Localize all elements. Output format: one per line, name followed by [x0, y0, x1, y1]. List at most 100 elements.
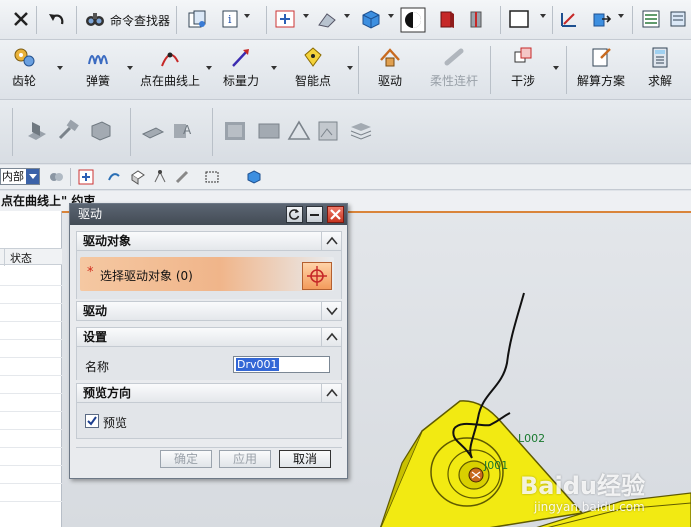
separator [76, 6, 77, 34]
wcs-icon[interactable] [558, 8, 580, 30]
solve-button[interactable]: 求解 [640, 42, 680, 98]
undo-icon[interactable] [46, 8, 68, 30]
annotation-icon[interactable]: A [170, 118, 196, 144]
command-finder-button[interactable]: 命令查找器 [110, 12, 170, 29]
point-on-curve-dropdown[interactable] [201, 42, 213, 98]
select-driver-object-row[interactable]: * 选择驱动对象 (0) [80, 257, 334, 291]
smart-point-button[interactable]: 智能点 [288, 42, 338, 98]
section-driver[interactable]: 驱动 [76, 301, 342, 321]
ok-button[interactable]: 确定 [160, 450, 212, 468]
table-icon[interactable] [222, 118, 248, 144]
stack-icon[interactable] [348, 118, 374, 144]
hammer-icon[interactable] [56, 118, 82, 144]
selection-bar: 内部 [0, 165, 691, 190]
list-row [0, 465, 62, 466]
vector-force-button[interactable]: 标量力 [218, 42, 264, 98]
dialog-title: 驱动 [78, 207, 103, 221]
text-feature-icon[interactable] [140, 118, 166, 144]
flexible-link-button[interactable]: 柔性连杆 [424, 42, 484, 98]
separator [212, 108, 213, 156]
chevron-down-icon[interactable] [344, 14, 350, 18]
info-icon[interactable]: i [220, 8, 242, 30]
svg-text:i: i [228, 13, 232, 26]
status-column-header[interactable]: 状态 [10, 250, 32, 266]
chevron-up-icon [321, 328, 341, 346]
chevron-down-icon[interactable] [388, 14, 394, 18]
preview-checkbox[interactable] [85, 414, 99, 428]
close-icon[interactable] [10, 8, 32, 30]
chevron-down-icon[interactable] [618, 14, 624, 18]
selection-scope-icon[interactable] [48, 169, 64, 185]
cancel-button[interactable]: 取消 [279, 450, 331, 468]
vector-force-dropdown[interactable] [266, 42, 278, 98]
shell-icon[interactable] [88, 118, 114, 144]
layer-icon[interactable] [186, 8, 208, 30]
spring-dropdown[interactable] [122, 42, 134, 98]
gear-icon [14, 48, 35, 67]
separator [490, 46, 491, 94]
flexible-link-label: 柔性连杆 [429, 74, 478, 88]
spring-button[interactable]: 弹簧 [76, 42, 120, 98]
layer-settings-icon[interactable] [640, 8, 662, 30]
close-button[interactable] [327, 206, 344, 223]
shaded-cube-icon[interactable] [360, 8, 382, 30]
solution-icon [592, 48, 611, 67]
list-row [0, 393, 62, 394]
separator [266, 6, 267, 34]
crosshair-icon [307, 266, 327, 286]
separator [176, 6, 177, 34]
list-row [0, 411, 62, 412]
gear-button[interactable]: 齿轮 [2, 42, 46, 98]
separator [566, 46, 567, 94]
triangle-icon[interactable] [286, 118, 312, 144]
name-input[interactable]: Drv001 [233, 356, 330, 373]
solution-button[interactable]: 解算方案 [572, 42, 630, 98]
arrow-icon[interactable] [106, 169, 122, 185]
move-object-icon[interactable] [590, 8, 612, 30]
plate-icon[interactable] [256, 118, 282, 144]
layers-icon[interactable] [668, 8, 690, 30]
vertex-icon[interactable] [152, 169, 168, 185]
chevron-down-icon[interactable] [540, 14, 546, 18]
background-icon[interactable] [508, 8, 530, 30]
list-row [0, 285, 62, 286]
section-driver-object[interactable]: 驱动对象 [76, 231, 342, 251]
render-style-icon[interactable] [400, 7, 426, 33]
snap-point-icon[interactable] [78, 169, 94, 185]
reset-button[interactable] [286, 206, 303, 223]
chevron-down-icon[interactable] [303, 14, 309, 18]
chevron-up-icon [321, 232, 341, 250]
separator [552, 6, 553, 34]
section-settings[interactable]: 设置 [76, 327, 342, 347]
point-on-curve-button[interactable]: 点在曲线上 [140, 42, 200, 98]
list-row [0, 357, 62, 358]
section-red-icon[interactable] [436, 8, 458, 30]
section-grey-icon[interactable] [466, 8, 488, 30]
collapse-button[interactable] [306, 206, 323, 223]
fit-view-icon[interactable] [274, 8, 296, 30]
image-icon[interactable] [316, 118, 342, 144]
box-select-icon[interactable] [130, 169, 146, 185]
section-preview-direction[interactable]: 预览方向 [76, 383, 342, 403]
cube-icon[interactable] [246, 169, 262, 185]
apply-button[interactable]: 应用 [219, 450, 271, 468]
chevron-down-icon[interactable] [244, 14, 250, 18]
nx-window: { "toolbar_top": { "command_finder_label… [0, 0, 691, 527]
orient-view-icon[interactable] [316, 8, 338, 30]
gear-dropdown[interactable] [52, 42, 64, 98]
rectangle-select-icon[interactable] [204, 169, 220, 185]
separator [632, 6, 633, 34]
separator [36, 6, 37, 34]
baidu-watermark: Baidu经验 jingyan.baidu.com [520, 466, 680, 522]
driver-button[interactable]: 驱动 [366, 42, 414, 98]
smart-point-dropdown[interactable] [342, 42, 354, 98]
interference-dropdown[interactable] [548, 42, 560, 98]
select-object-button[interactable] [302, 262, 332, 290]
binoculars-icon[interactable] [84, 8, 106, 30]
chevron-down-icon [321, 302, 341, 320]
edge-icon[interactable] [174, 169, 190, 185]
interference-button[interactable]: 干涉 [500, 42, 546, 98]
section-settings-title: 设置 [83, 330, 108, 344]
type-filter-select[interactable]: 内部 [0, 168, 40, 185]
extrude-icon[interactable] [24, 118, 50, 144]
